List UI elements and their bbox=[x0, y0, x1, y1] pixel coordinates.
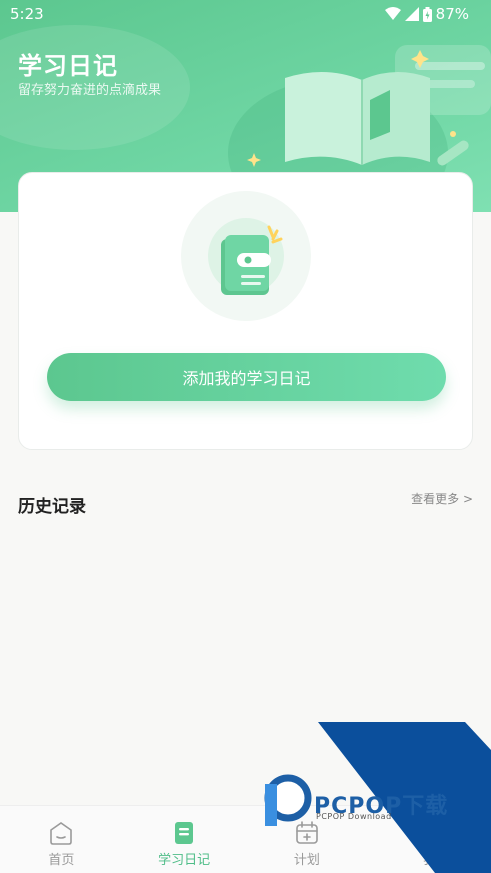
page-subtitle: 留存努力奋进的点滴成果 bbox=[18, 83, 162, 98]
tab-home[interactable]: 首页 bbox=[0, 806, 123, 873]
view-more-link[interactable]: 查看更多 > bbox=[411, 490, 473, 507]
tab-plan-label: 计划 bbox=[293, 853, 320, 868]
tab-diary-label: 学习日记 bbox=[158, 853, 211, 868]
book-illustration bbox=[247, 45, 491, 167]
tab-profile-label: 我 bbox=[423, 853, 437, 868]
add-diary-button[interactable]: 添加我的学习日记 bbox=[47, 353, 446, 401]
add-diary-card: 添加我的学习日记 bbox=[18, 172, 473, 450]
battery-icon bbox=[422, 6, 432, 22]
status-bar: 5:23 87% bbox=[0, 0, 491, 28]
bottom-tabbar: 首页 学习日记 计划 我 bbox=[0, 805, 491, 873]
signal-icon bbox=[404, 7, 419, 21]
diary-book-icon bbox=[181, 191, 311, 321]
battery-level: 87% bbox=[435, 5, 469, 23]
history-title: 历史记录 bbox=[18, 497, 86, 517]
profile-icon bbox=[419, 823, 440, 845]
diary-icon bbox=[175, 822, 194, 844]
status-icons: 87% bbox=[384, 5, 469, 23]
tab-diary[interactable]: 学习日记 bbox=[123, 806, 246, 873]
status-time: 5:23 bbox=[10, 5, 44, 23]
tab-profile[interactable]: 我 bbox=[368, 806, 491, 873]
wifi-icon bbox=[384, 7, 401, 20]
page-title: 学习日记 bbox=[18, 52, 118, 80]
tab-home-label: 首页 bbox=[48, 853, 75, 868]
tab-plan[interactable]: 计划 bbox=[246, 806, 369, 873]
calendar-icon bbox=[296, 821, 318, 844]
home-icon bbox=[50, 822, 73, 845]
